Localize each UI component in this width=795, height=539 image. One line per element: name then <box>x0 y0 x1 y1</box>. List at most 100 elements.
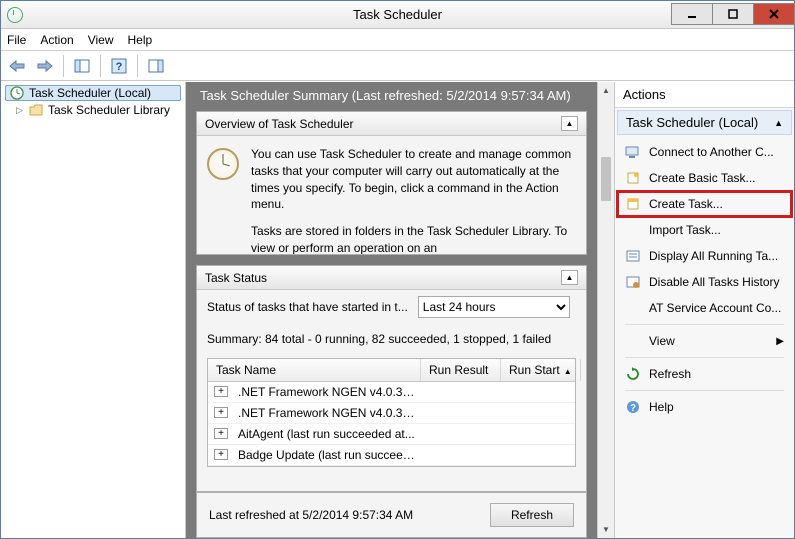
window-buttons <box>671 4 794 25</box>
scroll-up-icon[interactable]: ▲ <box>598 82 614 99</box>
refresh-button[interactable]: Refresh <box>490 503 574 527</box>
expand-icon[interactable]: + <box>214 386 228 397</box>
action-label: Create Task... <box>649 197 723 211</box>
cell-run-result <box>423 403 503 423</box>
action-create-basic-task[interactable]: Create Basic Task... <box>617 165 792 191</box>
summary-title: Task Scheduler Summary (Last refreshed: … <box>186 82 597 111</box>
actions-group-header[interactable]: Task Scheduler (Local) ▲ <box>617 110 792 135</box>
history-icon <box>625 274 641 290</box>
sort-asc-icon: ▲ <box>564 367 572 376</box>
cell-run-result <box>423 424 503 444</box>
cell-run-result <box>423 445 503 465</box>
svg-text:?: ? <box>630 403 636 414</box>
menu-action[interactable]: Action <box>40 33 73 47</box>
close-button[interactable] <box>753 3 795 25</box>
collapse-button[interactable]: ▲ <box>561 116 578 131</box>
menu-view[interactable]: View <box>88 33 114 47</box>
overview-paragraph-1: You can use Task Scheduler to create and… <box>251 146 576 213</box>
cell-task-name: .NET Framework NGEN v4.0.303... <box>234 382 423 402</box>
minimize-button[interactable] <box>671 3 713 25</box>
table-row[interactable]: + AitAgent (last run succeeded at... <box>208 424 575 445</box>
status-summary: Summary: 84 total - 0 running, 82 succee… <box>197 328 586 358</box>
overview-paragraph-2: Tasks are stored in folders in the Task … <box>251 223 576 254</box>
col-run-result[interactable]: Run Result <box>421 359 501 381</box>
scroll-thumb[interactable] <box>601 157 611 201</box>
vertical-scrollbar[interactable]: ▲ ▼ <box>597 82 614 538</box>
cell-task-name: .NET Framework NGEN v4.0.303... <box>234 403 423 423</box>
scroll-track[interactable] <box>598 99 614 521</box>
table-row[interactable]: + .NET Framework NGEN v4.0.303... <box>208 382 575 403</box>
task-icon <box>625 196 641 212</box>
status-label: Status of tasks that have started in t..… <box>207 300 408 314</box>
tree-item-library[interactable]: ▷ Task Scheduler Library <box>1 101 185 119</box>
action-import-task[interactable]: Import Task... <box>617 217 792 243</box>
tree-root-task-scheduler-local[interactable]: Task Scheduler (Local) <box>5 85 181 101</box>
blank-icon <box>625 333 641 349</box>
action-connect-another[interactable]: Connect to Another C... <box>617 139 792 165</box>
table-row[interactable]: +Badge Update (last run succeed... <box>208 445 575 466</box>
action-disable-history[interactable]: Disable All Tasks History <box>617 269 792 295</box>
action-help[interactable]: ? Help <box>617 394 792 420</box>
expand-icon[interactable]: + <box>214 428 228 439</box>
col-run-start[interactable]: Run Start▲ <box>501 359 581 381</box>
window-title: Task Scheduler <box>353 7 442 22</box>
maximize-button[interactable] <box>712 3 754 25</box>
action-create-task[interactable]: Create Task... <box>617 191 792 217</box>
list-icon <box>625 248 641 264</box>
forward-button[interactable] <box>33 54 57 78</box>
cell-run-start <box>503 424 563 444</box>
center-pane: Task Scheduler Summary (Last refreshed: … <box>186 82 614 538</box>
clock-icon <box>7 7 23 23</box>
separator <box>625 324 784 325</box>
action-view[interactable]: View ▶ <box>617 328 792 354</box>
cell-run-start <box>503 403 563 423</box>
console-tree: Task Scheduler (Local) ▷ Task Scheduler … <box>1 82 186 538</box>
submenu-arrow-icon: ▶ <box>776 336 784 347</box>
col-task-name[interactable]: Task Name <box>208 359 421 381</box>
task-status-panel: Task Status ▲ Status of tasks that have … <box>196 265 587 492</box>
separator <box>625 390 784 391</box>
import-icon <box>625 222 641 238</box>
show-hide-action-button[interactable] <box>144 54 168 78</box>
svg-text:?: ? <box>116 61 123 73</box>
show-hide-tree-button[interactable] <box>70 54 94 78</box>
status-head-label: Task Status <box>205 271 267 285</box>
action-label: Help <box>649 400 674 414</box>
action-at-service[interactable]: AT Service Account Co... <box>617 295 792 321</box>
computer-icon <box>625 144 641 160</box>
actions-pane: Actions Task Scheduler (Local) ▲ Connect… <box>614 82 794 538</box>
action-label: Display All Running Ta... <box>649 249 778 263</box>
action-label: Connect to Another C... <box>649 145 774 159</box>
expand-icon[interactable]: ▷ <box>15 105 24 116</box>
action-label: Create Basic Task... <box>649 171 756 185</box>
help-toolbar-button[interactable]: ? <box>107 54 131 78</box>
actions-group-label: Task Scheduler (Local) <box>626 115 758 130</box>
menu-file[interactable]: File <box>7 33 26 47</box>
expand-icon[interactable]: + <box>214 449 228 460</box>
action-label: Import Task... <box>649 223 721 237</box>
titlebar: Task Scheduler <box>1 1 794 29</box>
cell-task-name: AitAgent (last run succeeded at... <box>234 424 423 444</box>
overview-panel-head: Overview of Task Scheduler ▲ <box>197 112 586 136</box>
task-status-grid: Task Name Run Result Run Start▲ +.NET Fr… <box>207 358 576 467</box>
menu-help[interactable]: Help <box>128 33 153 47</box>
tree-item-label: Task Scheduler Library <box>48 103 170 117</box>
action-refresh[interactable]: Refresh <box>617 361 792 387</box>
toolbar-separator <box>137 55 138 77</box>
action-display-running[interactable]: Display All Running Ta... <box>617 243 792 269</box>
scroll-down-icon[interactable]: ▼ <box>598 521 614 538</box>
status-range-select[interactable]: Last 24 hours <box>418 296 570 318</box>
refresh-icon <box>625 366 641 382</box>
expand-icon[interactable]: + <box>214 407 228 418</box>
collapse-button[interactable]: ▲ <box>561 270 578 285</box>
table-row[interactable]: + .NET Framework NGEN v4.0.303... <box>208 403 575 424</box>
body: Task Scheduler (Local) ▷ Task Scheduler … <box>1 81 794 538</box>
status-panel-head: Task Status ▲ <box>197 266 586 290</box>
clock-icon <box>9 86 25 100</box>
help-icon: ? <box>625 399 641 415</box>
actions-head: Actions <box>615 82 794 108</box>
blank-icon <box>625 300 641 316</box>
cell-run-start <box>503 382 563 402</box>
cell-run-result <box>423 382 503 402</box>
back-button[interactable] <box>5 54 29 78</box>
